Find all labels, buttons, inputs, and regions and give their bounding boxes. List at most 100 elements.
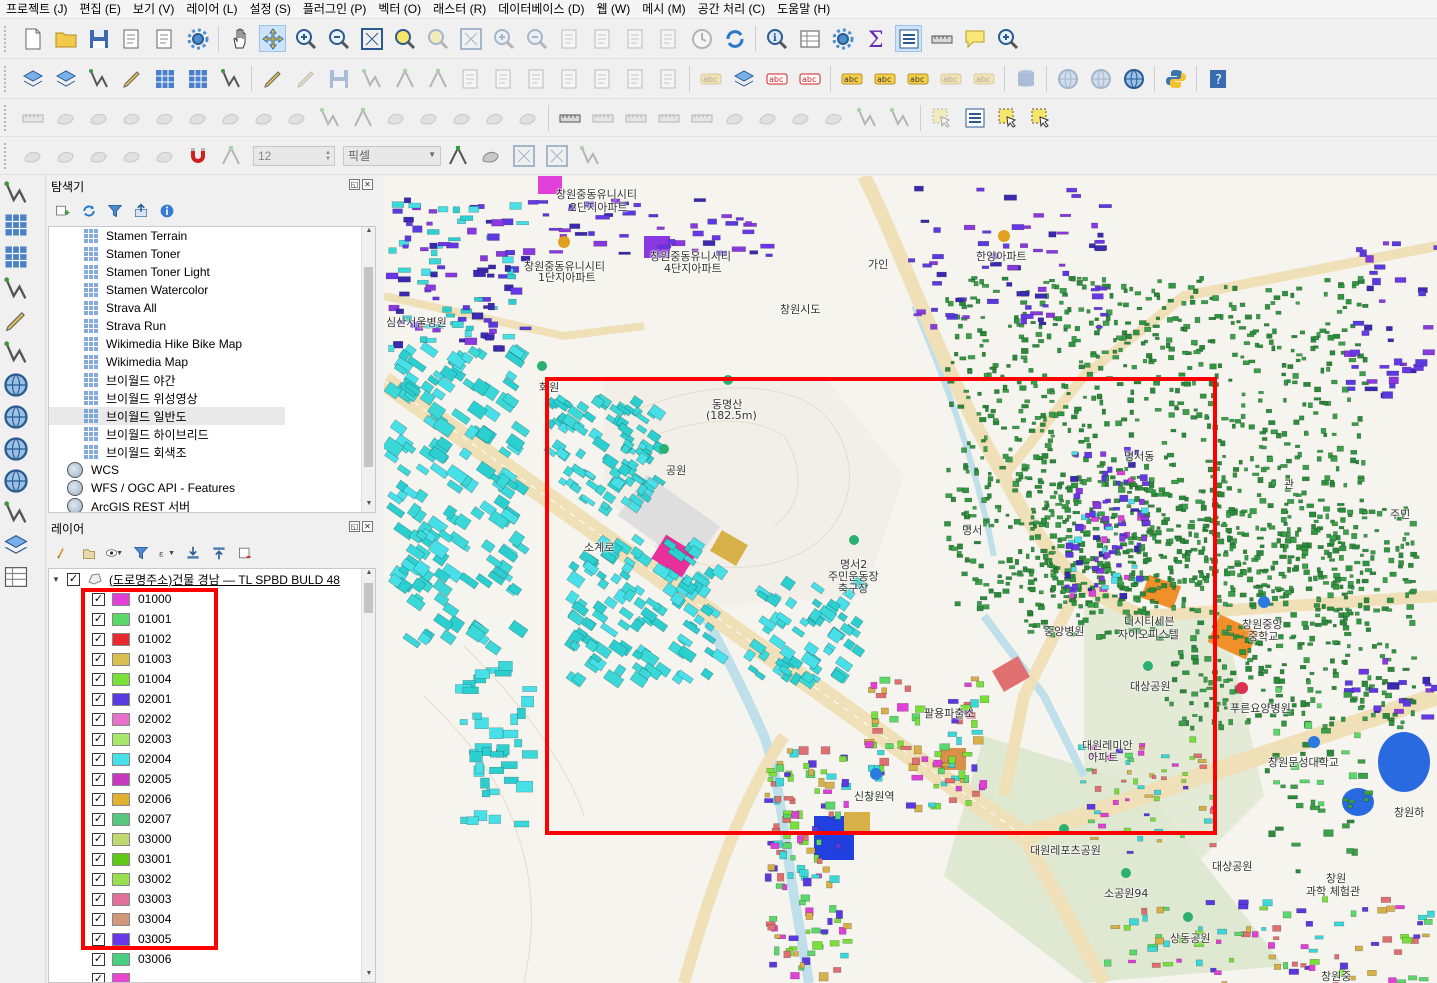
abc-tool-icon[interactable]: abc — [838, 65, 865, 92]
vec-layer-tool-icon[interactable] — [2, 275, 30, 303]
ruler-tool-icon[interactable] — [556, 104, 583, 131]
doc-tool-icon[interactable] — [622, 25, 649, 52]
collapse-arrow-icon[interactable]: ▼ — [49, 575, 63, 584]
magnet-tool-icon[interactable] — [184, 142, 211, 169]
legend-category-row[interactable]: ✓ 01004 — [49, 669, 375, 689]
category-visibility-checkbox[interactable]: ✓ — [92, 832, 105, 846]
table-tool-icon[interactable] — [796, 25, 823, 52]
browser-item[interactable]: ArcGIS REST 서버 — [49, 497, 285, 512]
expand-all-icon[interactable] — [183, 543, 203, 563]
shape-tool-icon[interactable] — [118, 142, 145, 169]
doc-tool-icon[interactable] — [457, 65, 484, 92]
shape-tool-icon[interactable] — [118, 104, 145, 131]
ruler-tool-icon[interactable] — [622, 104, 649, 131]
close-panel-icon[interactable]: ✕ — [362, 521, 373, 532]
shape-tool-icon[interactable] — [184, 104, 211, 131]
add-selected-layers-icon[interactable] — [53, 201, 73, 221]
doc-tool-icon[interactable] — [118, 25, 145, 52]
list-tool-icon[interactable] — [961, 104, 988, 131]
node-tool-icon[interactable] — [444, 142, 471, 169]
doc-tool-icon[interactable] — [490, 65, 517, 92]
category-visibility-checkbox[interactable]: ✓ — [92, 772, 105, 786]
shape-tool-icon[interactable] — [52, 104, 79, 131]
globe-layer-tool-icon[interactable] — [2, 403, 30, 431]
select-tool-icon[interactable] — [1027, 104, 1054, 131]
category-visibility-checkbox[interactable]: ✓ — [92, 792, 105, 806]
shape-tool-icon[interactable] — [382, 104, 409, 131]
category-visibility-checkbox[interactable]: ✓ — [92, 872, 105, 886]
abc-tool-icon[interactable]: abc — [937, 65, 964, 92]
pencil-tool-icon[interactable] — [118, 65, 145, 92]
doc-tool-icon[interactable] — [655, 65, 682, 92]
zoomin-tool-icon[interactable] — [292, 25, 319, 52]
legend-category-row[interactable]: ✓ 02005 — [49, 769, 375, 789]
shape-tool-icon[interactable] — [217, 104, 244, 131]
legend-category-row[interactable]: ✓ 02007 — [49, 809, 375, 829]
browser-item[interactable]: Wikimedia Hike Bike Map — [49, 335, 285, 353]
gear-tool-icon[interactable] — [829, 25, 856, 52]
ruler-tool-icon[interactable] — [928, 25, 955, 52]
category-visibility-checkbox[interactable]: ✓ — [92, 732, 105, 746]
browser-item[interactable]: WFS / OGC API - Features — [49, 479, 285, 497]
node-tool-icon[interactable] — [217, 142, 244, 169]
zoomfull-tool-icon[interactable] — [543, 142, 570, 169]
doc-tool-icon[interactable] — [556, 65, 583, 92]
gear-tool-icon[interactable] — [184, 25, 211, 52]
save-tool-icon[interactable] — [325, 65, 352, 92]
shape-tool-icon[interactable] — [151, 142, 178, 169]
doc-tool-icon[interactable] — [523, 65, 550, 92]
info-icon[interactable] — [157, 201, 177, 221]
manage-map-themes-icon[interactable]: ▼ — [105, 543, 125, 563]
menu-item-3[interactable]: 레이어 (L) — [180, 0, 243, 18]
category-visibility-checkbox[interactable]: ✓ — [92, 912, 105, 926]
table-layer-tool-icon[interactable] — [2, 563, 30, 591]
pencil-layer-tool-icon[interactable] — [2, 307, 30, 335]
shape-tool-icon[interactable] — [448, 104, 475, 131]
menu-item-2[interactable]: 보기 (V) — [127, 0, 180, 18]
shape-tool-icon[interactable] — [481, 104, 508, 131]
add-group-icon[interactable] — [79, 543, 99, 563]
globe-layer-tool-icon[interactable] — [2, 371, 30, 399]
map-canvas[interactable]: 창원중동유니시티 2단지아파트 창원중동유니시티 1단지아파트 창원중동유니시티 4단지아… — [384, 176, 1437, 983]
menu-item-1[interactable]: 편집 (E) — [74, 0, 127, 18]
shape-tool-icon[interactable] — [151, 104, 178, 131]
legend-category-row[interactable]: ✓ 03001 — [49, 849, 375, 869]
legend-category-row[interactable]: ✓ 03000 — [49, 829, 375, 849]
folder-tool-icon[interactable] — [52, 25, 79, 52]
refresh-icon[interactable] — [79, 201, 99, 221]
browser-item[interactable]: 브이월드 하이브리드 — [49, 425, 285, 443]
save-tool-icon[interactable] — [85, 25, 112, 52]
magyel-tool-icon[interactable] — [424, 25, 451, 52]
abc-tool-icon[interactable]: abc — [871, 65, 898, 92]
grid-tool-icon[interactable] — [151, 65, 178, 92]
category-visibility-checkbox[interactable]: ✓ — [92, 972, 105, 982]
abc-tool-icon[interactable]: abc — [697, 65, 724, 92]
shape-tool-icon[interactable] — [19, 142, 46, 169]
globe-layer-tool-icon[interactable] — [2, 467, 30, 495]
shape-tool-icon[interactable] — [477, 142, 504, 169]
ruler-tool-icon[interactable] — [19, 104, 46, 131]
layer-tool-icon[interactable] — [52, 65, 79, 92]
category-visibility-checkbox[interactable]: ✓ — [92, 852, 105, 866]
vec-tool-icon[interactable] — [358, 65, 385, 92]
snapping-tolerance-spinbox[interactable]: 12 ▲ ▼ — [253, 145, 335, 166]
grid-layer-tool-icon[interactable] — [2, 243, 30, 271]
legend-category-row[interactable]: ✓ 02004 — [49, 749, 375, 769]
shape-tool-icon[interactable] — [787, 104, 814, 131]
globe-layer-tool-icon[interactable] — [2, 435, 30, 463]
zoomout-tool-icon[interactable] — [523, 25, 550, 52]
vec-tool-icon[interactable] — [217, 65, 244, 92]
db-tool-icon[interactable] — [1012, 65, 1039, 92]
refresh-tool-icon[interactable] — [721, 25, 748, 52]
category-visibility-checkbox[interactable]: ✓ — [92, 652, 105, 666]
legend-category-row[interactable]: ✓ 02002 — [49, 709, 375, 729]
browser-item[interactable]: 브이월드 위성영상 — [49, 389, 285, 407]
file-tool-icon[interactable] — [19, 25, 46, 52]
browser-item[interactable]: Stamen Watercolor — [49, 281, 285, 299]
menu-item-7[interactable]: 래스터 (R) — [427, 0, 492, 18]
toolbar-grip[interactable] — [4, 104, 10, 131]
doc-tool-icon[interactable] — [622, 65, 649, 92]
shape-tool-icon[interactable] — [514, 104, 541, 131]
category-visibility-checkbox[interactable]: ✓ — [92, 752, 105, 766]
ruler-tool-icon[interactable] — [655, 104, 682, 131]
